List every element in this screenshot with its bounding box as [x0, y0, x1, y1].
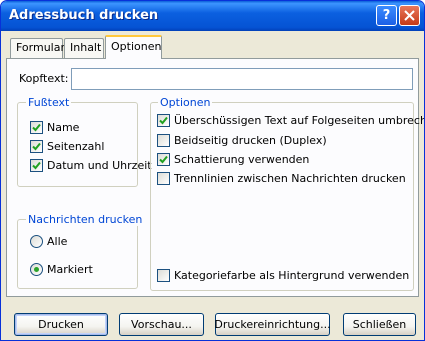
duplex-checkbox[interactable]	[157, 134, 170, 147]
radio-selected-dot	[34, 267, 39, 272]
category-color-label: Kategoriefarbe als Hintergrund verwenden	[174, 269, 410, 282]
checkmark-icon	[32, 161, 41, 170]
all-label: Alle	[47, 235, 68, 248]
question-mark-icon: ?	[382, 8, 391, 23]
header-text-label: Kopftext:	[19, 72, 69, 85]
shading-label: Schattierung verwenden	[174, 153, 310, 166]
shading-checkbox[interactable]	[157, 153, 170, 166]
category-color-checkbox[interactable]	[157, 269, 170, 282]
tab-formular[interactable]: Formular	[10, 38, 65, 58]
wrap-text-label: Überschüssigen Text auf Folgeseiten umbr…	[174, 114, 425, 127]
checkmark-icon	[159, 155, 168, 164]
close-window-button[interactable]	[399, 5, 420, 26]
checkmark-icon	[32, 142, 41, 151]
tab-optionen[interactable]: Optionen	[105, 35, 162, 59]
header-text-input[interactable]	[71, 68, 413, 90]
printer-setup-button[interactable]: Druckereinrichtung...	[214, 313, 331, 336]
print-dialog: Adressbuch drucken ? Formular Inhalt Opt…	[0, 0, 425, 341]
separator-lines-label: Trennlinien zwischen Nachrichten drucken	[174, 172, 406, 185]
separator-lines-checkbox[interactable]	[157, 172, 170, 185]
all-radio[interactable]	[30, 235, 43, 248]
window-title: Adressbuch drucken	[9, 8, 159, 23]
print-button[interactable]: Drucken	[14, 313, 108, 336]
print-messages-group-title: Nachrichten drucken	[26, 213, 145, 226]
help-button[interactable]: ?	[376, 5, 397, 26]
date-time-checkbox[interactable]	[30, 159, 43, 172]
footer-group-title: Fußtext	[26, 96, 72, 109]
page-number-checkbox[interactable]	[30, 140, 43, 153]
title-bar: Adressbuch drucken ?	[1, 1, 424, 31]
tab-inhalt[interactable]: Inhalt	[64, 38, 104, 58]
checkmark-icon	[159, 116, 168, 125]
close-icon	[404, 10, 415, 21]
selected-label: Markiert	[47, 263, 93, 276]
close-button[interactable]: Schließen	[343, 313, 416, 336]
name-checkbox[interactable]	[30, 121, 43, 134]
options-group-title: Optionen	[158, 96, 213, 109]
selected-radio[interactable]	[30, 263, 43, 276]
print-messages-group	[17, 219, 138, 289]
name-label: Name	[47, 121, 80, 134]
checkmark-icon	[32, 123, 41, 132]
wrap-text-checkbox[interactable]	[157, 114, 170, 127]
duplex-label: Beidseitig drucken (Duplex)	[174, 134, 327, 147]
preview-button[interactable]: Vorschau...	[119, 313, 204, 336]
options-group	[150, 102, 414, 291]
date-time-label: Datum und Uhrzeit	[47, 159, 152, 172]
page-number-label: Seitenzahl	[47, 140, 105, 153]
